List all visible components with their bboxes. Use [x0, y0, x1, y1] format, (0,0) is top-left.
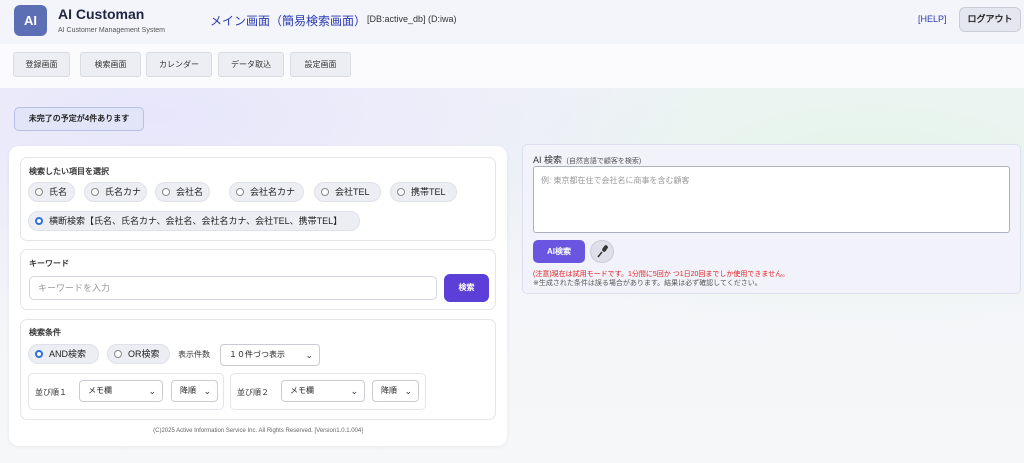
nav-settings-button[interactable]: 設定画面	[290, 52, 351, 77]
nav-search-button[interactable]: 検索画面	[80, 52, 141, 77]
sort1-label: 並び順１	[35, 388, 67, 397]
sort1-field-select[interactable]: メモ欄 ⌄	[79, 380, 163, 402]
app-logo: AI	[14, 5, 47, 36]
ai-search-subtitle: (自然言語で顧客を検索)	[566, 158, 642, 165]
chevron-down-icon: ⌄	[148, 386, 156, 396]
option-mobile-tel[interactable]: 携帯TEL	[390, 182, 457, 202]
app-subtitle: AI Customer Management System	[58, 27, 165, 34]
ai-disclaimer: ※生成された条件は誤る場合があります。結果は必ず確認してください。	[533, 280, 762, 287]
main-nav: 登録画面 検索画面 カレンダー データ取込 設定画面	[0, 44, 1024, 88]
display-count-select[interactable]: １０件づつ表示 ⌄	[220, 344, 320, 366]
db-info: [DB:active_db] (D:iwa)	[367, 14, 457, 24]
keyword-title: キーワード	[29, 259, 69, 268]
search-items-title: 検索したい項目を選択	[29, 167, 109, 176]
sort2-order-select[interactable]: 降順 ⌄	[372, 380, 419, 402]
nav-register-button[interactable]: 登録画面	[13, 52, 70, 77]
page-title: メイン画面（簡易検索画面）	[210, 14, 367, 28]
sort1-order-select[interactable]: 降順 ⌄	[171, 380, 218, 402]
display-count-label: 表示件数	[178, 350, 210, 359]
search-items-section: 検索したい項目を選択 氏名 氏名カナ 会社名 会社名カナ 会社TEL 携帯TEL…	[20, 157, 496, 241]
sort2-group: 並び順２ メモ欄 ⌄ 降順 ⌄	[230, 373, 426, 410]
keyword-input[interactable]: キーワードを入力	[29, 276, 437, 300]
nav-import-button[interactable]: データ取込	[218, 52, 284, 77]
app-header: AI AI Customan AI Customer Management Sy…	[0, 0, 1024, 44]
and-search-radio[interactable]: AND検索	[28, 344, 99, 364]
option-company[interactable]: 会社名	[155, 182, 210, 202]
sort1-group: 並び順１ メモ欄 ⌄ 降順 ⌄	[28, 373, 224, 410]
keyword-section: キーワード キーワードを入力 検索	[20, 249, 496, 310]
option-name[interactable]: 氏名	[28, 182, 75, 202]
option-company-tel[interactable]: 会社TEL	[314, 182, 381, 202]
logout-button[interactable]: ログアウト	[959, 7, 1021, 32]
chevron-down-icon: ⌄	[404, 386, 412, 396]
help-link[interactable]: [HELP]	[918, 14, 947, 24]
copyright-footer: (C)2025 Active Information Service Inc. …	[153, 428, 363, 434]
pending-tasks-notice[interactable]: 未完了の予定が4件あります	[14, 107, 144, 131]
or-search-radio[interactable]: OR検索	[107, 344, 170, 364]
option-company-kana[interactable]: 会社名カナ	[229, 182, 304, 202]
search-panel: 検索したい項目を選択 氏名 氏名カナ 会社名 会社名カナ 会社TEL 携帯TEL…	[9, 146, 507, 446]
option-cross-search[interactable]: 横断検索【氏名、氏名カナ、会社名、会社名カナ、会社TEL、携帯TEL】	[28, 211, 360, 231]
display-count-value: １０件づつ表示	[229, 350, 285, 359]
sort2-field-select[interactable]: メモ欄 ⌄	[281, 380, 365, 402]
sort2-order-value: 降順	[381, 386, 397, 395]
option-name-kana[interactable]: 氏名カナ	[84, 182, 147, 202]
ai-search-button[interactable]: AI検索	[533, 240, 585, 263]
nav-calendar-button[interactable]: カレンダー	[146, 52, 212, 77]
search-button[interactable]: 検索	[444, 274, 489, 302]
sort2-label: 並び順２	[237, 388, 269, 397]
microphone-button[interactable]	[590, 240, 614, 263]
conditions-section: 検索条件 AND検索 OR検索 表示件数 １０件づつ表示 ⌄ 並び順１ メモ欄 …	[20, 319, 496, 420]
app-title: AI Customan	[58, 6, 145, 22]
ai-search-panel: AI 検索 (自然言語で顧客を検索) 例: 東京都在住で会社名に商事を含む顧客 …	[522, 144, 1021, 294]
conditions-title: 検索条件	[29, 328, 61, 337]
chevron-down-icon: ⌄	[305, 350, 313, 360]
chevron-down-icon: ⌄	[203, 386, 211, 396]
sort2-field-value: メモ欄	[290, 386, 314, 395]
sort1-field-value: メモ欄	[88, 386, 112, 395]
ai-search-title: AI 検索	[533, 155, 563, 165]
ai-search-heading: AI 検索 (自然言語で顧客を検索)	[533, 153, 641, 166]
sort1-order-value: 降順	[180, 386, 196, 395]
ai-query-textarea[interactable]: 例: 東京都在住で会社名に商事を含む顧客	[533, 166, 1010, 233]
microphone-icon	[597, 245, 608, 258]
chevron-down-icon: ⌄	[350, 386, 358, 396]
